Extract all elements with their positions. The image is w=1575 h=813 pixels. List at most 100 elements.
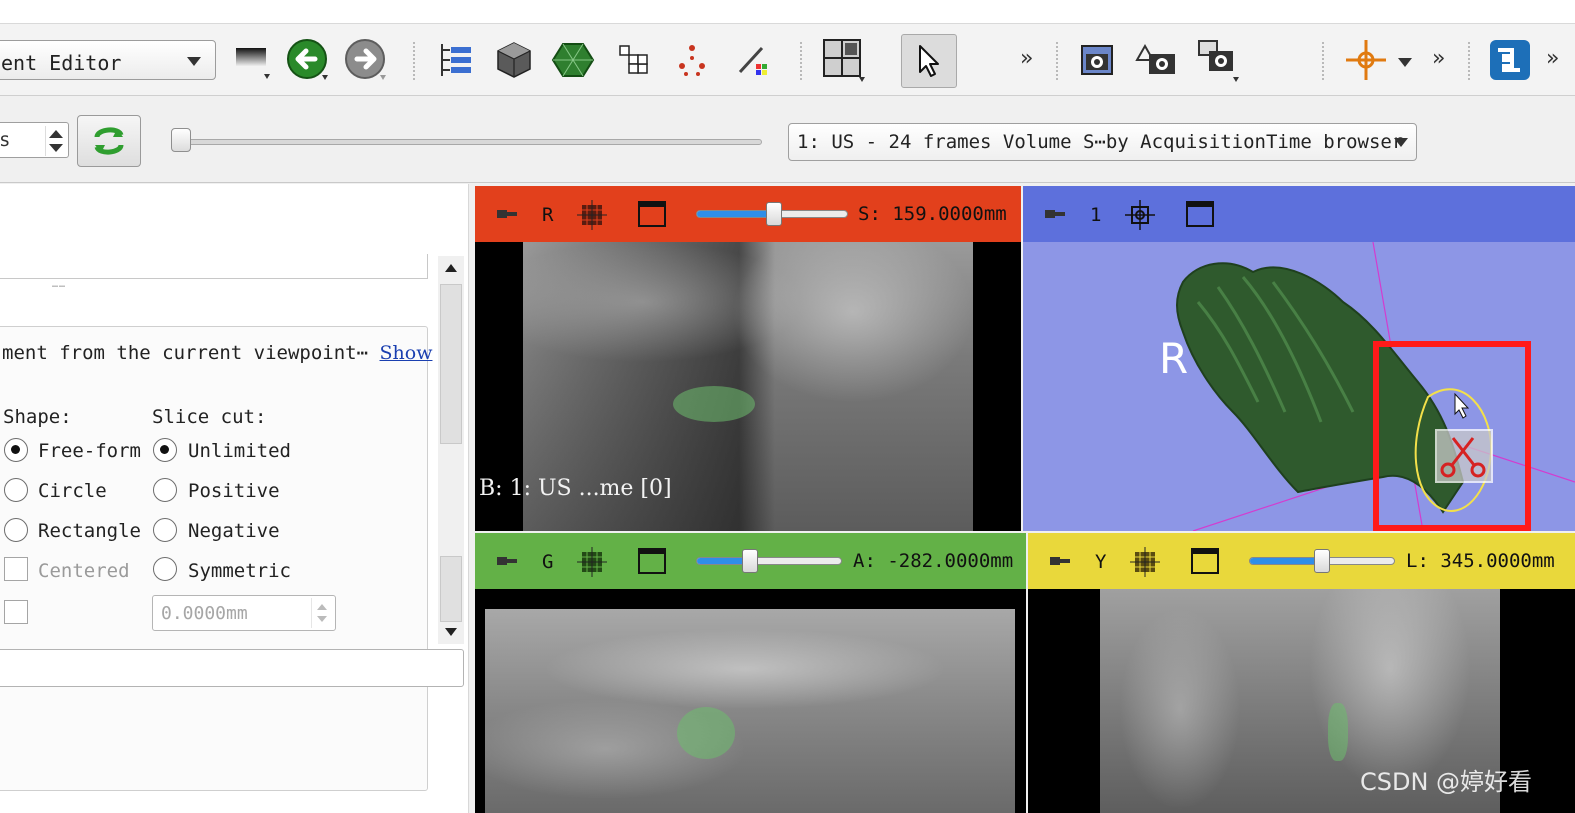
toolbar-overflow-icon[interactable]: » [1432, 46, 1445, 71]
scrollbar-thumb[interactable] [440, 284, 462, 444]
pin-icon[interactable] [495, 555, 519, 567]
shape-freeform-label[interactable]: Free-form [38, 440, 141, 462]
slider-fill [1250, 558, 1322, 564]
link-grid-icon[interactable] [577, 547, 607, 577]
pin-icon[interactable] [495, 208, 519, 220]
grid-layout-icon[interactable] [610, 36, 658, 84]
segmentation-model [1176, 241, 1575, 531]
shape-rectangle-radio[interactable] [4, 518, 28, 542]
spin-arrows-icon[interactable] [45, 126, 67, 156]
centered-checkbox[interactable] [4, 557, 28, 581]
green-offset-value: A: -282.0000mm [853, 550, 1014, 572]
segment-overlay [673, 386, 755, 422]
volume-cube-icon[interactable] [490, 36, 538, 84]
thickness-input[interactable]: 0.0000mm [152, 595, 336, 631]
view-name-label: G [542, 551, 554, 573]
title-strip [0, 0, 1575, 24]
green-slice-view[interactable]: G A: -282.0000mm [475, 533, 1026, 813]
editor-icon[interactable] [728, 36, 776, 84]
loop-icon [94, 127, 124, 155]
shape-circle-label[interactable]: Circle [38, 480, 107, 502]
link-grid-icon[interactable] [1130, 547, 1160, 577]
chevron-down-icon[interactable] [1398, 58, 1412, 67]
crosshair-icon[interactable] [1342, 36, 1390, 84]
model-icon[interactable] [549, 36, 597, 84]
view-name-label: Y [1095, 551, 1107, 573]
sequence-browser-label: 1: US - 24 frames Volume S⋯by Acquisitio… [797, 131, 1404, 153]
red-offset-value: S: 159.0000mm [858, 203, 1007, 225]
collapsible-grip[interactable]: …… [52, 279, 66, 290]
slicecut-unlimited-label[interactable]: Unlimited [188, 440, 291, 462]
toolbar-separator [1322, 42, 1326, 80]
screenshot-icon[interactable] [1074, 36, 1122, 84]
shape-rectangle-label[interactable]: Rectangle [38, 520, 141, 542]
maximize-view-icon[interactable] [638, 548, 666, 574]
green-offset-slider[interactable] [696, 557, 842, 565]
window-level-icon[interactable] [228, 36, 276, 84]
back-arrow-icon[interactable] [284, 36, 332, 84]
apply-bar[interactable] [0, 649, 464, 687]
link-grid-icon[interactable] [577, 200, 607, 230]
view-corner-annotation: B: 1: US ...me [0] [479, 476, 672, 501]
slicecut-negative-radio[interactable] [153, 518, 177, 542]
thickness-checkbox[interactable] [4, 600, 28, 624]
pointer-icon[interactable] [901, 34, 957, 88]
markups-icon[interactable] [668, 36, 716, 84]
main-toolbar: ent Editor » » » [0, 24, 1575, 96]
spin-arrows-icon[interactable] [311, 598, 333, 628]
panel-splitter[interactable] [468, 184, 475, 813]
toolbar-overflow-icon[interactable]: » [1546, 46, 1559, 71]
green-view-controller: G A: -282.0000mm [475, 533, 1026, 589]
extension-icon[interactable] [1486, 36, 1534, 84]
maximize-view-icon[interactable] [1186, 201, 1214, 227]
toolbar-overflow-icon[interactable]: » [1020, 46, 1033, 71]
slicecut-positive-label[interactable]: Positive [188, 480, 280, 502]
maximize-view-icon[interactable] [1191, 548, 1219, 574]
pin-icon[interactable] [1043, 208, 1067, 220]
tool-description: ment from the current viewpoint⋯ Show [2, 342, 432, 364]
view-name-label: R [542, 204, 554, 226]
threed-view[interactable]: 1 R [1023, 186, 1575, 531]
forward-arrow-icon[interactable] [342, 36, 390, 84]
green-slider-handle[interactable] [742, 549, 759, 573]
data-tree-icon[interactable] [432, 36, 480, 84]
toolbar-separator [1056, 42, 1060, 80]
slicecut-symmetric-label[interactable]: Symmetric [188, 560, 291, 582]
scene-view-icon[interactable] [1132, 36, 1180, 84]
scroll-up-icon[interactable] [443, 262, 459, 274]
slicecut-symmetric-radio[interactable] [153, 557, 177, 581]
frame-slider-handle[interactable] [171, 128, 191, 152]
shape-circle-radio[interactable] [4, 478, 28, 502]
playback-speed-spinbox[interactable]: s [0, 122, 69, 158]
red-slider-handle[interactable] [765, 202, 782, 226]
sequence-browser-selector[interactable]: 1: US - 24 frames Volume S⋯by Acquisitio… [788, 123, 1417, 161]
slicecut-unlimited-radio[interactable] [153, 438, 177, 462]
description-text: ment from the current viewpoint⋯ [2, 342, 369, 364]
module-selector[interactable]: ent Editor [0, 40, 216, 80]
scrollbar-segment [440, 556, 462, 622]
scene-views-icon[interactable] [1194, 36, 1242, 84]
show-link[interactable]: Show [380, 342, 433, 364]
module-selector-label: ent Editor [1, 51, 122, 75]
layout-icon[interactable] [820, 36, 868, 84]
yellow-slider-handle[interactable] [1314, 549, 1330, 573]
frame-slider-track[interactable] [180, 139, 762, 145]
loop-button[interactable] [77, 115, 141, 167]
pin-icon[interactable] [1048, 555, 1072, 567]
scroll-down-icon[interactable] [443, 626, 459, 638]
panel-frame [0, 254, 428, 279]
slicecut-negative-label[interactable]: Negative [188, 520, 280, 542]
slicecut-positive-radio[interactable] [153, 478, 177, 502]
threed-render-area: R [1023, 241, 1575, 531]
threed-view-controller: 1 [1023, 186, 1575, 242]
shape-freeform-radio[interactable] [4, 438, 28, 462]
toolbar-separator [1468, 42, 1472, 80]
red-view-controller: R S: 159.0000mm [475, 186, 1021, 242]
red-slice-view[interactable]: R S: 159.0000mm B: 1: US ...me [0] [475, 186, 1021, 531]
sequence-browser-toolbar: s 1: US - 24 frames Volume S⋯by Acquisit… [0, 97, 1575, 183]
toolbar-separator [800, 42, 804, 80]
center-view-icon[interactable] [1125, 200, 1155, 230]
view-name-label: 1 [1090, 204, 1102, 226]
maximize-view-icon[interactable] [638, 201, 666, 227]
chevron-down-icon [1394, 138, 1408, 147]
